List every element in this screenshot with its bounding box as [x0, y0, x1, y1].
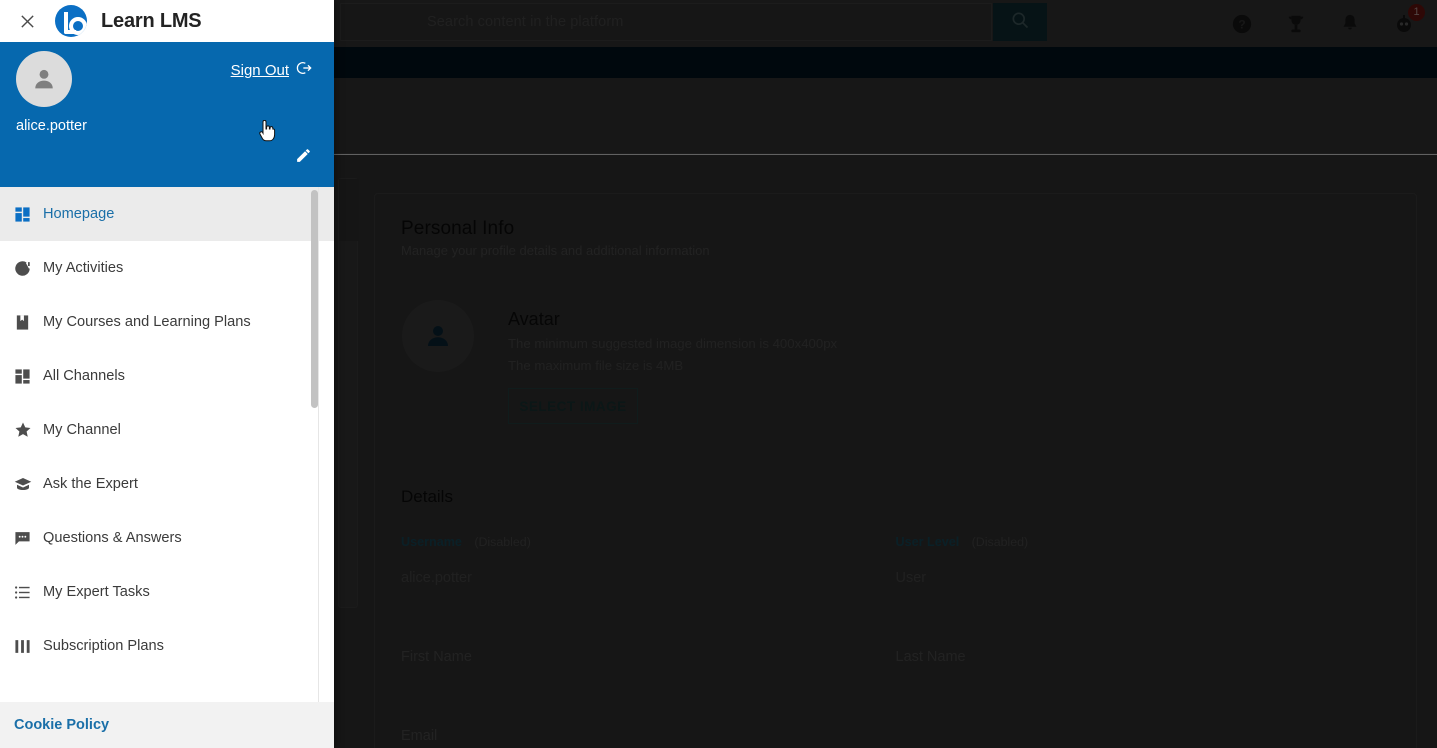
list-icon [14, 584, 42, 601]
brand-title: Learn LMS [101, 9, 202, 32]
drawer-user-panel: alice.potter Sign Out [0, 42, 334, 187]
sidebar-item-my-channel[interactable]: My Channel [0, 403, 334, 457]
search-input[interactable]: Search content in the platform [340, 3, 992, 41]
side-card-panel [338, 178, 359, 608]
field-last-name[interactable]: Last Name [896, 649, 1391, 665]
avatar[interactable] [16, 51, 72, 107]
field-user-level: User Level (Disabled) User [896, 533, 1391, 586]
sidebar-item-subscription-plans[interactable]: Subscription Plans [0, 619, 334, 673]
sidebar-item-label: All Channels [43, 368, 125, 384]
field-placeholder: First Name [401, 649, 472, 666]
notification-badge: 1 [1408, 3, 1425, 21]
search-icon [1010, 10, 1030, 35]
sidebar-item-my-activities[interactable]: My Activities [0, 241, 334, 295]
logout-icon [296, 60, 312, 81]
avatar-hint-line-1: The minimum suggested image dimension is… [508, 336, 838, 351]
bell-icon[interactable] [1337, 11, 1363, 37]
sidebar-item-label: My Expert Tasks [43, 584, 150, 600]
field-value: User [895, 570, 927, 587]
drawer-footer: Cookie Policy [0, 702, 334, 748]
page-title: Personal Info [401, 218, 515, 239]
field-disabled-tag: (Disabled) [474, 535, 531, 550]
personal-info-card: Personal Info Manage your profile detail… [374, 193, 1417, 748]
columns-icon [14, 638, 42, 655]
select-image-button[interactable]: SELECT IMAGE [508, 388, 638, 425]
menu-scrollbar-thumb[interactable] [311, 190, 318, 408]
sidebar-item-questions-answers[interactable]: Questions & Answers [0, 511, 334, 565]
sidebar-item-my-courses[interactable]: My Courses and Learning Plans [0, 295, 334, 349]
sidebar-item-label: Ask the Expert [43, 476, 138, 492]
details-fields: Username (Disabled) alice.potter User Le… [401, 533, 1390, 744]
field-row-3: Email [401, 728, 1390, 744]
avatar-section: Avatar The minimum suggested image dimen… [401, 300, 1390, 425]
dashboard-icon [14, 206, 42, 223]
chat-bubble-icon [14, 530, 42, 547]
field-first-name[interactable]: First Name [401, 649, 896, 665]
activity-circle-icon [14, 260, 42, 277]
close-icon[interactable] [14, 8, 40, 34]
sidebar-item-label: My Courses and Learning Plans [43, 314, 251, 330]
sign-out-label: Sign Out [230, 62, 289, 79]
field-row-2: First Name Last Name [401, 649, 1390, 665]
page-subtitle: Manage your profile details and addition… [401, 243, 710, 258]
sidebar-item-label: Questions & Answers [43, 530, 182, 546]
field-username: Username (Disabled) alice.potter [401, 533, 896, 586]
drawer-menu: Homepage My Activities My Courses and Le… [0, 187, 334, 673]
sidebar-item-homepage[interactable]: Homepage [0, 187, 334, 241]
avatar-info: Avatar The minimum suggested image dimen… [508, 300, 838, 425]
sidebar-item-label: Homepage [43, 206, 115, 222]
learn-lms-logo [55, 5, 87, 37]
drawer-header: Learn LMS [0, 0, 334, 42]
search-button[interactable] [993, 3, 1047, 41]
side-card-header [339, 179, 359, 241]
avatar-hint-line-2: The maximum file size is 4MB [508, 357, 684, 373]
field-label: User Level [895, 535, 960, 550]
sidebar-item-label: My Channel [43, 422, 121, 438]
svg-text:?: ? [1238, 17, 1245, 31]
app-root: Search content in the platform ? 1 Perso… [0, 0, 1437, 748]
avatar-title: Avatar [508, 309, 560, 329]
bot-avatar-icon[interactable]: 1 [1391, 3, 1425, 37]
sidebar-item-all-channels[interactable]: All Channels [0, 349, 334, 403]
book-icon [14, 314, 42, 331]
navigation-drawer: Learn LMS alice.potter Sign Out Homepage… [0, 0, 334, 748]
username-label: alice.potter [16, 118, 87, 134]
sidebar-item-label: My Activities [43, 260, 124, 276]
graduation-cap-icon [14, 475, 42, 493]
sidebar-item-ask-the-expert[interactable]: Ask the Expert [0, 457, 334, 511]
field-disabled-tag: (Disabled) [971, 535, 1029, 550]
field-value: alice.potter [401, 570, 472, 587]
field-label: Username [401, 535, 462, 550]
field-placeholder: Email [401, 728, 438, 745]
trophy-icon[interactable] [1283, 11, 1309, 37]
sign-out-button[interactable]: Sign Out [231, 60, 312, 81]
grid-icon [14, 368, 42, 385]
menu-scrollbar-track[interactable] [311, 187, 326, 702]
edit-profile-button[interactable] [295, 147, 312, 169]
topbar-icon-group: ? 1 [1229, 0, 1427, 47]
help-icon[interactable]: ? [1229, 11, 1255, 37]
navy-band [334, 47, 1437, 78]
field-email[interactable]: Email [401, 728, 907, 744]
star-icon [14, 421, 42, 439]
page-header-strip [334, 78, 1437, 154]
sidebar-item-my-expert-tasks[interactable]: My Expert Tasks [0, 565, 334, 619]
mouse-cursor [258, 119, 276, 144]
field-placeholder: Last Name [895, 649, 966, 666]
drawer-menu-wrap: Homepage My Activities My Courses and Le… [0, 187, 334, 702]
cookie-policy-link[interactable]: Cookie Policy [14, 717, 109, 733]
search-placeholder: Search content in the platform [427, 14, 624, 30]
details-title: Details [401, 487, 453, 507]
avatar [402, 300, 474, 372]
field-row-1: Username (Disabled) alice.potter User Le… [401, 533, 1390, 586]
sidebar-item-label: Subscription Plans [43, 638, 164, 654]
